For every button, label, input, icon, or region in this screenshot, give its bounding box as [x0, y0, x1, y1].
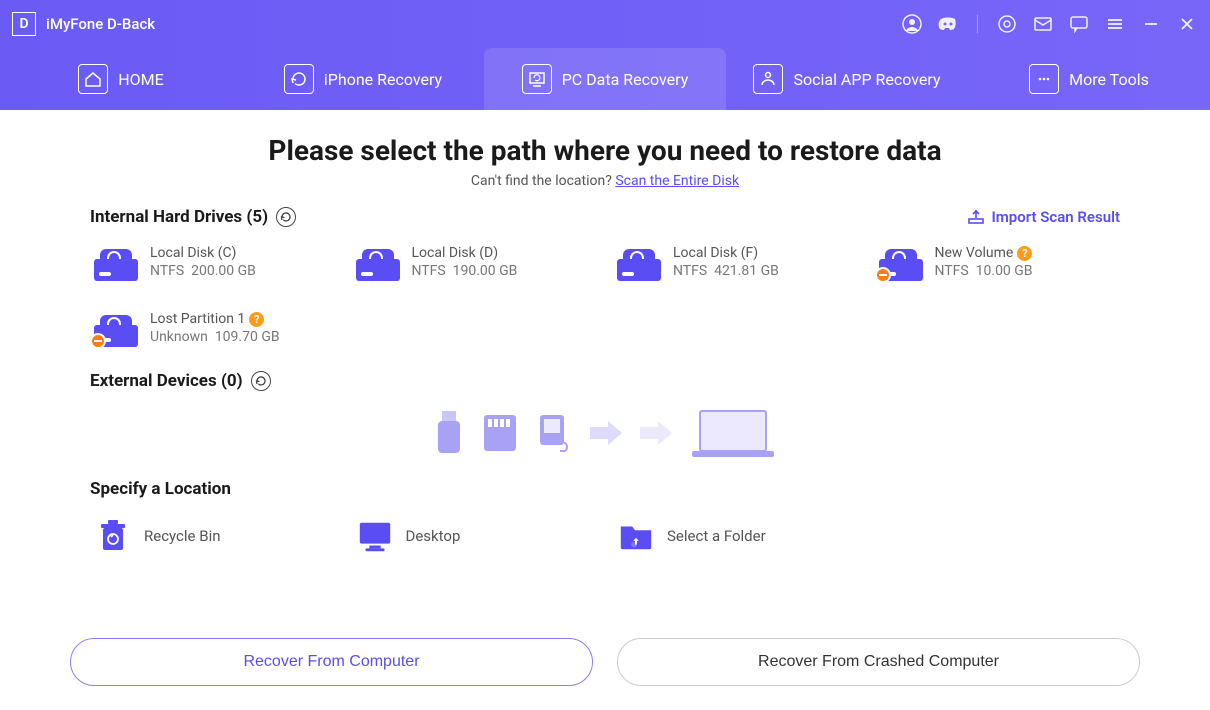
app-logo-icon: D	[12, 12, 36, 36]
help-icon[interactable]: ?	[249, 312, 264, 327]
laptop-icon	[688, 405, 778, 461]
social-recovery-icon	[753, 64, 783, 94]
drive-icon	[94, 245, 138, 281]
usb-icon	[432, 409, 466, 457]
discord-icon[interactable]	[937, 13, 959, 35]
content-area: Please select the path where you need to…	[0, 110, 1210, 638]
pc-recovery-icon	[522, 64, 552, 94]
help-icon[interactable]: ?	[1017, 246, 1032, 261]
external-devices-placeholder	[90, 405, 1120, 461]
drive-info: Local Disk (D) NTFS 190.00 GB	[412, 245, 518, 279]
page-title: Please select the path where you need to…	[90, 134, 1120, 167]
drive-item[interactable]: Local Disk (F) NTFS 421.81 GB	[613, 241, 859, 285]
drive-item[interactable]: New Volume ? NTFS 10.00 GB	[875, 241, 1121, 285]
drive-info: New Volume ? NTFS 10.00 GB	[935, 245, 1033, 279]
subtitle-text: Can't find the location?	[471, 173, 615, 189]
internal-drives-label: Internal Hard Drives (5)	[90, 207, 268, 227]
drive-info: Local Disk (F) NTFS 421.81 GB	[673, 245, 779, 279]
external-devices-label: External Devices (0)	[90, 371, 243, 391]
drive-item[interactable]: Local Disk (D) NTFS 190.00 GB	[352, 241, 598, 285]
drive-name: Local Disk (F)	[673, 245, 779, 261]
feedback-icon[interactable]	[1068, 13, 1090, 35]
app-name: iMyFone D-Back	[46, 15, 155, 33]
location-grid: Recycle Bin Desktop Select a Folder	[90, 513, 1120, 559]
refresh-drives-button[interactable]	[276, 207, 296, 227]
drive-name: New Volume ?	[935, 245, 1033, 261]
tab-home[interactable]: HOME	[0, 48, 242, 110]
tab-pc-recovery[interactable]: PC Data Recovery	[484, 48, 726, 110]
titlebar: D iMyFone D-Back	[0, 0, 1210, 48]
app-brand: D iMyFone D-Back	[12, 12, 155, 36]
drive-icon	[879, 245, 923, 281]
location-item[interactable]: Select a Folder	[613, 513, 859, 559]
tab-iphone-recovery[interactable]: iPhone Recovery	[242, 48, 484, 110]
tab-social-recovery[interactable]: Social APP Recovery	[726, 48, 968, 110]
tab-tools-label: More Tools	[1069, 70, 1149, 89]
page-subtitle: Can't find the location? Scan the Entire…	[90, 173, 1120, 189]
drive-icon	[617, 245, 661, 281]
drive-icon	[94, 311, 138, 347]
account-icon[interactable]	[901, 13, 923, 35]
import-scan-label: Import Scan Result	[991, 208, 1120, 226]
settings-icon[interactable]	[996, 13, 1018, 35]
drive-name: Local Disk (D)	[412, 245, 518, 261]
location-label: Recycle Bin	[144, 527, 221, 545]
import-icon	[967, 208, 985, 226]
drive-item[interactable]: Lost Partition 1 ? Unknown 109.70 GB	[90, 307, 336, 351]
close-button[interactable]	[1176, 13, 1198, 35]
external-drive-icon	[534, 409, 574, 457]
recycle-icon	[94, 517, 132, 555]
internal-drives-header: Internal Hard Drives (5) Import Scan Res…	[90, 207, 1120, 227]
recover-from-computer-button[interactable]: Recover From Computer	[70, 638, 593, 686]
main-nav: HOME iPhone Recovery PC Data Recovery So…	[0, 48, 1210, 110]
recover-from-crashed-button[interactable]: Recover From Crashed Computer	[617, 638, 1140, 686]
drive-name: Local Disk (C)	[150, 245, 256, 261]
more-tools-icon	[1029, 64, 1059, 94]
home-icon	[78, 64, 108, 94]
location-label: Desktop	[406, 527, 461, 545]
drive-meta: NTFS 200.00 GB	[150, 263, 256, 279]
drive-meta: Unknown 109.70 GB	[150, 329, 280, 345]
location-label: Select a Folder	[667, 527, 766, 545]
tab-pc-label: PC Data Recovery	[562, 70, 689, 89]
desktop-icon	[356, 517, 394, 555]
minimize-button[interactable]	[1140, 13, 1162, 35]
tab-home-label: HOME	[118, 70, 163, 89]
drive-info: Lost Partition 1 ? Unknown 109.70 GB	[150, 311, 280, 345]
tab-iphone-label: iPhone Recovery	[324, 70, 442, 89]
footer-buttons: Recover From Computer Recover From Crash…	[0, 638, 1210, 710]
location-item[interactable]: Desktop	[352, 513, 598, 559]
drive-icon	[356, 245, 400, 281]
import-scan-result-button[interactable]: Import Scan Result	[967, 208, 1120, 226]
drive-info: Local Disk (C) NTFS 200.00 GB	[150, 245, 256, 279]
tab-more-tools[interactable]: More Tools	[968, 48, 1210, 110]
tab-social-label: Social APP Recovery	[793, 70, 940, 89]
drive-item[interactable]: Local Disk (C) NTFS 200.00 GB	[90, 241, 336, 285]
refresh-external-button[interactable]	[251, 371, 271, 391]
drive-name: Lost Partition 1 ?	[150, 311, 280, 327]
mail-icon[interactable]	[1032, 13, 1054, 35]
folder-icon	[617, 517, 655, 555]
external-devices-header: External Devices (0)	[90, 371, 1120, 391]
drive-meta: NTFS 421.81 GB	[673, 263, 779, 279]
menu-icon[interactable]	[1104, 13, 1126, 35]
iphone-recovery-icon	[284, 64, 314, 94]
arrow-icon	[588, 419, 624, 447]
specify-location-label: Specify a Location	[90, 479, 231, 499]
scan-entire-disk-link[interactable]: Scan the Entire Disk	[615, 173, 739, 189]
window-controls	[901, 13, 1198, 35]
specify-location-header: Specify a Location	[90, 479, 1120, 499]
location-item[interactable]: Recycle Bin	[90, 513, 336, 559]
drive-meta: NTFS 10.00 GB	[935, 263, 1033, 279]
drive-meta: NTFS 190.00 GB	[412, 263, 518, 279]
arrow-icon	[638, 419, 674, 447]
sdcard-icon	[480, 409, 520, 457]
internal-drives-grid: Local Disk (C) NTFS 200.00 GB Local Disk…	[90, 241, 1120, 351]
